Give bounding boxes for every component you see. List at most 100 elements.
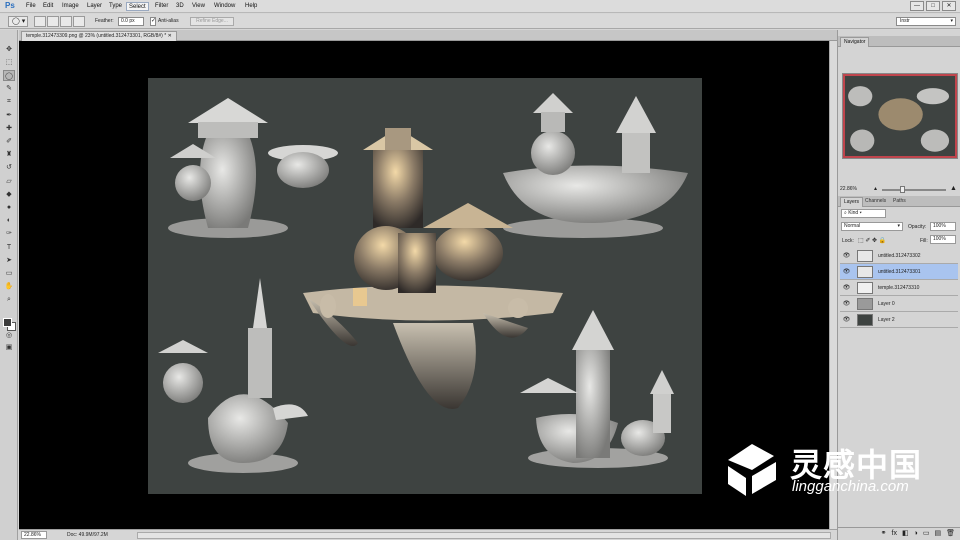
- move-icon[interactable]: ✥: [3, 44, 15, 55]
- menu-type[interactable]: Type: [107, 2, 124, 11]
- menu-view[interactable]: View: [190, 2, 207, 11]
- visibility-eye-icon[interactable]: 👁: [842, 284, 851, 292]
- tab-navigator[interactable]: Navigator: [840, 37, 870, 47]
- layer-thumbnail: [857, 314, 873, 326]
- dodge-icon[interactable]: ◐: [3, 215, 15, 226]
- navigator-view-proxy[interactable]: [843, 74, 957, 158]
- layer-name: temple.312473310: [878, 285, 920, 291]
- menu-3d[interactable]: 3D: [174, 2, 186, 11]
- navigator-footer: 22.86% ▴ ▲: [838, 184, 960, 194]
- stamp-icon[interactable]: ♜: [3, 149, 15, 160]
- crop-icon[interactable]: ⌗: [3, 96, 15, 107]
- add-selection-icon[interactable]: [47, 16, 59, 27]
- menu-window[interactable]: Window: [212, 2, 237, 11]
- layer-row[interactable]: 👁 untitled.312473302: [840, 248, 958, 264]
- minimize-icon[interactable]: —: [910, 1, 924, 11]
- layer-thumbnail: [857, 282, 873, 294]
- close-icon[interactable]: ✕: [942, 1, 956, 11]
- quick-mask-icon[interactable]: ◎: [3, 330, 15, 341]
- photoshop-logo: Ps: [5, 1, 15, 10]
- visibility-eye-icon[interactable]: 👁: [842, 268, 851, 276]
- tab-layers[interactable]: Layers: [840, 197, 864, 207]
- feather-label: Feather:: [95, 18, 114, 24]
- marquee-icon[interactable]: ⬚: [3, 57, 15, 68]
- menu-help[interactable]: Help: [243, 2, 259, 11]
- blend-mode-select[interactable]: Normal ▾: [841, 222, 903, 231]
- layer-row[interactable]: 👁 untitled.312473301: [840, 264, 958, 280]
- zoom-in-icon[interactable]: ▲: [950, 185, 957, 192]
- zoom-slider-handle[interactable]: [900, 186, 905, 193]
- path-select-icon[interactable]: ➤: [3, 255, 15, 266]
- new-layer-icon[interactable]: ▤: [934, 528, 941, 540]
- fill-label: Fill:: [920, 238, 928, 244]
- blur-icon[interactable]: ●: [3, 202, 15, 213]
- layer-row[interactable]: 👁 Layer 0: [840, 296, 958, 312]
- pen-icon[interactable]: ✑: [3, 228, 15, 239]
- foreground-color-swatch[interactable]: [3, 318, 12, 327]
- temple-render-image: [158, 93, 688, 473]
- link-layers-icon[interactable]: ⚭: [881, 528, 887, 540]
- delete-layer-icon[interactable]: 🗑: [946, 528, 955, 540]
- lock-icons[interactable]: ⬚ ✐ ✥ 🔒: [858, 237, 886, 244]
- document-canvas[interactable]: [148, 78, 702, 494]
- eyedropper-icon[interactable]: ✒: [3, 110, 15, 121]
- fx-icon[interactable]: fx: [892, 528, 897, 540]
- menu-image[interactable]: Image: [60, 2, 81, 11]
- temple-model-bottom-right: [520, 310, 674, 468]
- quick-select-icon[interactable]: ✎: [3, 83, 15, 94]
- add-mask-icon[interactable]: ◧: [902, 528, 909, 540]
- maximize-icon[interactable]: □: [926, 1, 940, 11]
- menu-layer[interactable]: Layer: [85, 2, 104, 11]
- lasso-preset-picker[interactable]: ◯ ▾: [8, 16, 28, 27]
- tools-panel: ✥ ⬚ ◯ ✎ ⌗ ✒ ✚ ✐ ♜ ↺ ▱ ◆ ● ◐ ✑ T ➤ ▭ ✋ ⌕ ◎ ▣: [0, 30, 18, 540]
- hand-icon[interactable]: ✋: [3, 281, 15, 292]
- menu-edit[interactable]: Edit: [41, 2, 55, 11]
- opacity-input[interactable]: 100%: [930, 222, 956, 231]
- menu-filter[interactable]: Filter: [153, 2, 170, 11]
- tab-paths[interactable]: Paths: [890, 197, 909, 207]
- status-bar: 22.86% Doc: 49.9M/97.2M: [19, 529, 837, 540]
- fill-input[interactable]: 100%: [930, 235, 956, 244]
- antialias-checkbox[interactable]: ✓: [150, 17, 156, 26]
- menu-select[interactable]: Select: [126, 2, 149, 11]
- new-selection-icon[interactable]: [34, 16, 46, 27]
- shape-icon[interactable]: ▭: [3, 268, 15, 279]
- close-tab-icon[interactable]: ✕: [168, 33, 172, 39]
- workspace-select[interactable]: Instr ▾: [896, 17, 956, 26]
- navigator-thumbnail[interactable]: [842, 73, 958, 159]
- options-bar: ◯ ▾ Feather: 0.0 px ✓ Anti-alias Refine …: [0, 14, 960, 29]
- menu-file[interactable]: File: [24, 2, 38, 11]
- history-brush-icon[interactable]: ↺: [3, 162, 15, 173]
- type-icon[interactable]: T: [3, 242, 15, 253]
- document-tab[interactable]: temple.312473309.png @ 23% (untitled.312…: [21, 31, 177, 41]
- lasso-icon[interactable]: ◯: [3, 70, 15, 81]
- horizontal-scrollbar[interactable]: [137, 532, 831, 539]
- brush-icon[interactable]: ✐: [3, 136, 15, 147]
- healing-icon[interactable]: ✚: [3, 123, 15, 134]
- adjustment-layer-icon[interactable]: ◑: [914, 528, 918, 540]
- tab-channels[interactable]: Channels: [862, 197, 889, 207]
- intersect-selection-icon[interactable]: [73, 16, 85, 27]
- zoom-icon[interactable]: ⌕: [3, 294, 15, 305]
- eraser-icon[interactable]: ▱: [3, 176, 15, 187]
- refine-edge-button[interactable]: Refine Edge...: [190, 17, 234, 26]
- layer-thumbnail: [857, 266, 873, 278]
- screen-mode-icon[interactable]: ▣: [3, 342, 15, 353]
- layer-row[interactable]: 👁 Layer 2: [840, 312, 958, 328]
- feather-input[interactable]: 0.0 px: [118, 17, 144, 26]
- visibility-eye-icon[interactable]: 👁: [842, 300, 851, 308]
- visibility-eye-icon[interactable]: 👁: [842, 252, 851, 260]
- subtract-selection-icon[interactable]: [60, 16, 72, 27]
- bucket-icon[interactable]: ◆: [3, 189, 15, 200]
- layer-kind-filter[interactable]: ⌕ Kind ▾: [841, 209, 886, 218]
- new-group-icon[interactable]: ▭: [923, 528, 930, 540]
- navigator-zoom-slider[interactable]: [882, 189, 946, 191]
- layer-row[interactable]: 👁 temple.312473310: [840, 280, 958, 296]
- visibility-eye-icon[interactable]: 👁: [842, 316, 851, 324]
- zoom-level-field[interactable]: 22.86%: [21, 531, 47, 539]
- filter-search-icon: ⌕: [844, 210, 847, 216]
- layers-tab-bar: Layers Channels Paths: [838, 196, 960, 207]
- navigator-zoom-field[interactable]: 22.86%: [840, 186, 857, 192]
- zoom-out-icon[interactable]: ▴: [874, 185, 877, 192]
- canvas-area[interactable]: [19, 41, 829, 529]
